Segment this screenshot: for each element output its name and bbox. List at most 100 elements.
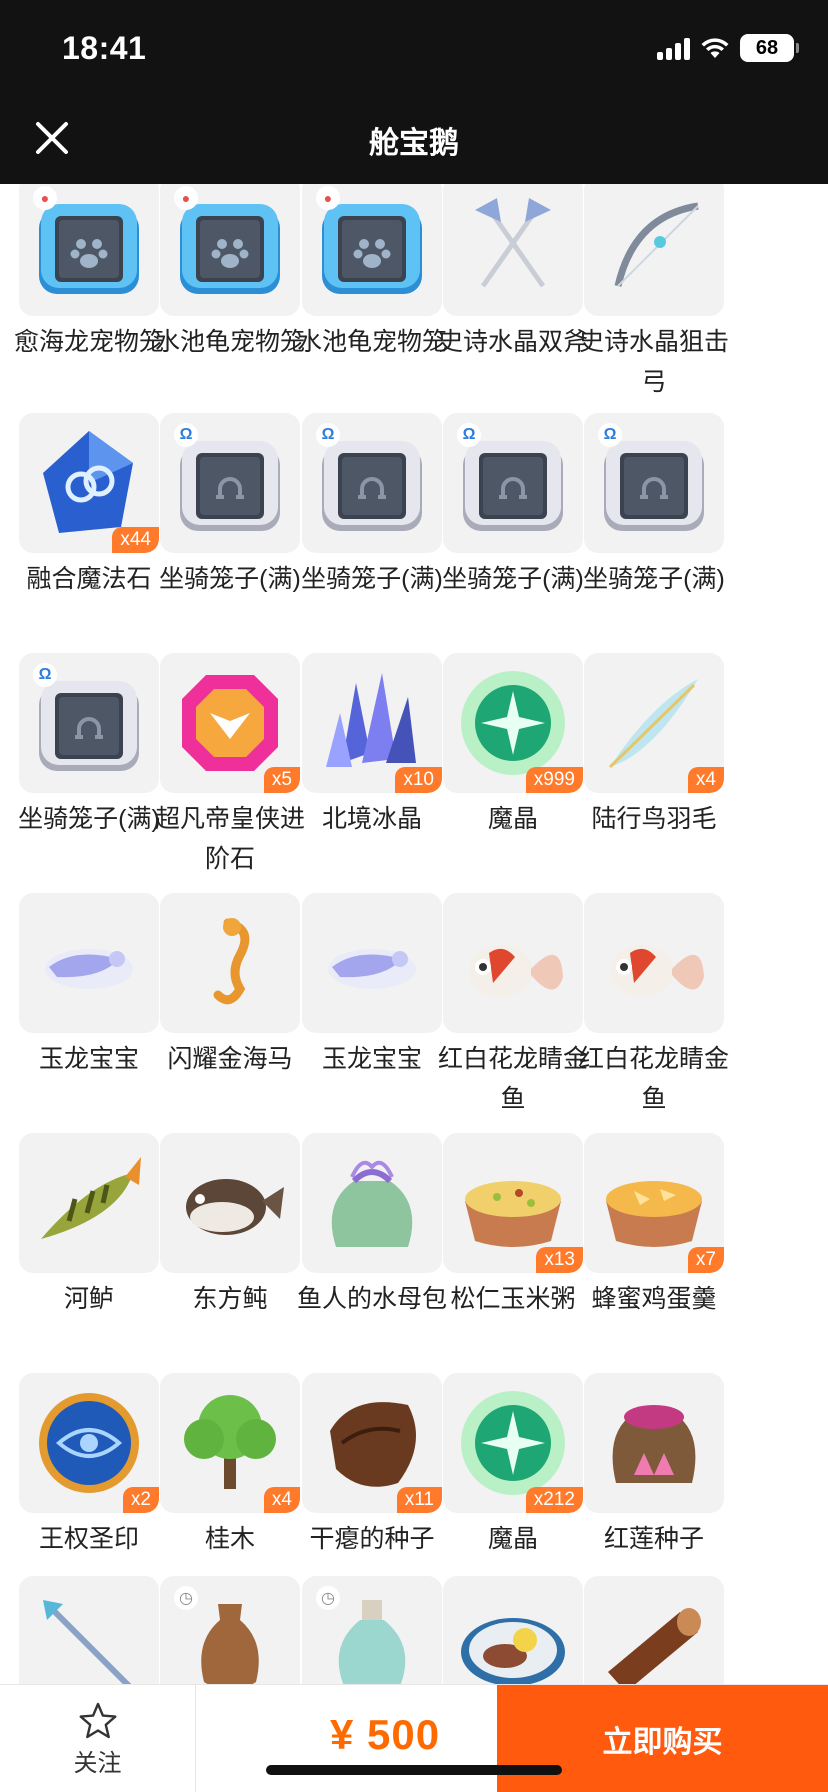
- buy-now-button[interactable]: 立即购买: [497, 1685, 828, 1792]
- price-label: ¥ 500: [330, 1711, 441, 1758]
- item-thumbnail: [443, 1576, 583, 1684]
- item-card[interactable]: x212 魔晶: [443, 1373, 583, 1559]
- dried-seed-icon: [330, 1402, 416, 1487]
- item-name: 玉龙宝宝: [321, 1045, 422, 1073]
- item-name: 北境冰晶: [321, 805, 422, 833]
- item-card[interactable]: [443, 1576, 583, 1684]
- item-card[interactable]: 红莲种子: [584, 1373, 724, 1559]
- item-card[interactable]: x11 干瘪的种子: [302, 1373, 442, 1559]
- item-name: 史诗水晶狙击弓: [578, 328, 729, 396]
- magic-stone-icon: [43, 431, 133, 533]
- item-card[interactable]: ◷: [160, 1576, 300, 1684]
- item-card[interactable]: ● 愈海龙宠物笼: [14, 184, 164, 362]
- item-card[interactable]: 鱼人的水母包: [297, 1133, 447, 1319]
- item-thumbnail: [302, 893, 442, 1033]
- mana-crystal-icon: [461, 1391, 565, 1495]
- item-name: 水池龟宠物笼: [154, 328, 305, 356]
- item-card[interactable]: 河鲈: [19, 1133, 159, 1319]
- wifi-icon: [701, 38, 729, 58]
- follow-button[interactable]: 关注: [0, 1685, 196, 1792]
- item-thumbnail: [19, 1133, 159, 1273]
- item-thumbnail: Ω: [19, 653, 159, 793]
- item-thumbnail: [584, 184, 724, 316]
- item-name: 史诗水晶双斧: [437, 328, 588, 356]
- item-thumbnail: x10: [302, 653, 442, 793]
- item-card[interactable]: Ω 坐骑笼子(满): [583, 413, 725, 599]
- pufferfish-icon: [186, 1179, 284, 1235]
- bottom-bar: 关注 ¥ 500 立即购买: [0, 1684, 828, 1792]
- porridge-icon: [465, 1181, 561, 1247]
- item-card[interactable]: x5 超凡帝皇侠进阶石: [155, 653, 305, 879]
- item-thumbnail: [302, 1133, 442, 1273]
- item-name: 松仁玉米粥: [450, 1285, 576, 1313]
- item-thumbnail: [584, 1576, 724, 1684]
- item-card[interactable]: 红白花龙睛金鱼: [579, 893, 729, 1119]
- item-card[interactable]: ● 水池龟宠物笼: [155, 184, 305, 362]
- quantity-badge: x2: [122, 1487, 159, 1513]
- item-card[interactable]: 红白花龙睛金鱼: [438, 893, 588, 1119]
- item-card[interactable]: x10 北境冰晶: [302, 653, 442, 839]
- item-thumbnail: x5: [160, 653, 300, 793]
- item-name: 魔晶: [487, 805, 538, 833]
- quantity-badge: x10: [395, 767, 442, 793]
- gem-icon: [182, 675, 278, 771]
- paw-badge-icon: ●: [174, 186, 198, 210]
- item-card[interactable]: x13 松仁玉米粥: [443, 1133, 583, 1319]
- item-name: 陆行鸟羽毛: [591, 805, 717, 833]
- item-card[interactable]: ◷: [302, 1576, 442, 1684]
- horseshoe-badge-icon: Ω: [174, 423, 198, 447]
- item-card[interactable]: x4 桂木: [160, 1373, 300, 1559]
- item-card[interactable]: 东方鲀: [160, 1133, 300, 1319]
- item-thumbnail: [443, 184, 583, 316]
- item-card[interactable]: 闪耀金海马: [160, 893, 300, 1079]
- item-card[interactable]: Ω 坐骑笼子(满): [159, 413, 301, 599]
- item-card[interactable]: 史诗水晶狙击弓: [579, 184, 729, 402]
- item-thumbnail: [160, 893, 300, 1033]
- quantity-badge: x11: [396, 1487, 442, 1513]
- item-card[interactable]: x4 陆行鸟羽毛: [584, 653, 724, 839]
- horseshoe-badge-icon: Ω: [33, 663, 57, 687]
- item-card[interactable]: 玉龙宝宝: [302, 893, 442, 1079]
- items-grid: ● 愈海龙宠物笼 ● 水池龟宠物笼 ● 水池龟宠物笼 史诗水晶双斧 史诗水晶狙击弓 x44 融…: [0, 184, 828, 1684]
- goldfish-icon: [469, 945, 563, 997]
- quantity-badge: x212: [525, 1487, 583, 1513]
- item-card[interactable]: 史诗水晶双斧: [438, 184, 588, 362]
- item-thumbnail: ●: [160, 184, 300, 316]
- item-name: 坐骑笼子(满): [583, 565, 725, 593]
- item-thumbnail: [160, 1133, 300, 1273]
- star-icon: [79, 1702, 116, 1738]
- item-card[interactable]: ● 水池龟宠物笼: [297, 184, 447, 362]
- horseshoe-badge-icon: Ω: [598, 423, 622, 447]
- item-thumbnail: x11: [302, 1373, 442, 1513]
- item-name: 蜂蜜鸡蛋羹: [591, 1285, 717, 1313]
- item-card[interactable]: 玉龙宝宝: [19, 893, 159, 1079]
- item-card[interactable]: x999 魔晶: [443, 653, 583, 839]
- item-card[interactable]: x7 蜂蜜鸡蛋羹: [584, 1133, 724, 1319]
- clock-badge-icon: ◷: [174, 1586, 198, 1610]
- item-card[interactable]: [584, 1576, 724, 1684]
- item-thumbnail: [19, 1576, 159, 1684]
- double-axe-icon: [475, 198, 551, 288]
- follow-label: 关注: [73, 1749, 122, 1777]
- item-card[interactable]: [19, 1576, 159, 1684]
- item-card[interactable]: Ω 坐骑笼子(满): [301, 413, 443, 599]
- goldfish-icon: [610, 945, 704, 997]
- item-card[interactable]: x44 融合魔法石: [19, 413, 159, 599]
- item-name: 水池龟宠物笼: [296, 328, 447, 356]
- quantity-badge: x13: [536, 1247, 583, 1273]
- item-thumbnail: ●: [19, 184, 159, 316]
- item-thumbnail: x2: [19, 1373, 159, 1513]
- status-icons: 68: [657, 34, 799, 62]
- item-thumbnail: Ω: [443, 413, 583, 553]
- item-name: 红莲种子: [603, 1525, 704, 1553]
- item-card[interactable]: Ω 坐骑笼子(满): [442, 413, 584, 599]
- item-thumbnail: x4: [584, 653, 724, 793]
- item-name: 闪耀金海马: [167, 1045, 293, 1073]
- item-thumbnail: Ω: [160, 413, 300, 553]
- item-name: 河鲈: [63, 1285, 114, 1313]
- item-card[interactable]: x2 王权圣印: [19, 1373, 159, 1559]
- item-name: 鱼人的水母包: [296, 1285, 447, 1313]
- item-thumbnail: Ω: [584, 413, 724, 553]
- lotus-seed-bag-icon: [612, 1405, 696, 1483]
- item-card[interactable]: Ω 坐骑笼子(满): [18, 653, 160, 839]
